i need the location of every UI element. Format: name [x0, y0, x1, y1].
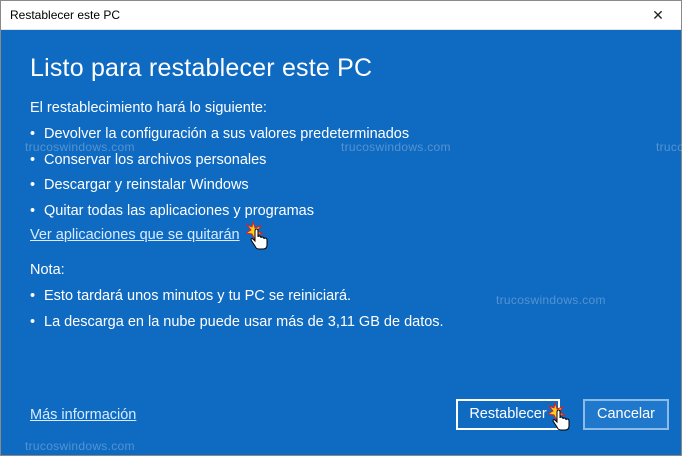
hand-pointer-click-icon — [246, 221, 268, 250]
dialog-heading: Listo para restablecer este PC — [30, 54, 373, 82]
notes-list: • Esto tardará unos minutos y tu PC se re… — [30, 287, 444, 338]
list-item: • Devolver la configuración a sus valores… — [30, 125, 409, 151]
bullet-icon: • — [30, 151, 36, 168]
list-item-text: Conservar los archivos personales — [44, 151, 267, 168]
list-item-text: Quitar todas las aplicaciones y programa… — [44, 202, 314, 219]
list-item: • La descarga en la nube puede usar más d… — [30, 313, 444, 339]
bullet-icon: • — [30, 177, 36, 193]
list-item: • Descargar y reinstalar Windows — [30, 176, 409, 202]
bullet-icon: • — [30, 126, 36, 142]
list-item: • Conservar los archivos personales — [30, 151, 409, 177]
watermark-text: trucoswindows.com — [656, 140, 682, 154]
list-item-text: Devolver la configuración a sus valores … — [44, 126, 410, 142]
window-title: Restablecer este PC — [10, 8, 121, 22]
note-label: Nota: — [30, 262, 65, 278]
list-item-text: Descargar y reinstalar Windows — [44, 177, 249, 193]
watermark-text: trucoswindows.com — [25, 439, 135, 453]
title-bar: Restablecer este PC ✕ — [1, 1, 681, 30]
hand-pointer-click-icon — [548, 402, 570, 431]
watermark-text: trucoswindows.com — [496, 293, 606, 307]
more-info-link[interactable]: Más información — [30, 407, 136, 423]
reset-pc-dialog: Restablecer este PC ✕ trucoswindows.com … — [0, 0, 682, 456]
list-item: • Esto tardará unos minutos y tu PC se re… — [30, 287, 444, 313]
list-item-text: La descarga en la nube puede usar más de… — [44, 313, 444, 330]
actions-list: • Devolver la configuración a sus valores… — [30, 125, 409, 227]
cancel-button[interactable]: Cancelar — [583, 399, 669, 430]
bullet-icon: • — [30, 313, 36, 330]
close-icon[interactable]: ✕ — [635, 1, 681, 29]
dialog-content: trucoswindows.com trucoswindows.com truc… — [1, 30, 682, 455]
reset-button[interactable]: Restablecer — [456, 399, 560, 430]
list-item: • Quitar todas las aplicaciones y program… — [30, 202, 409, 228]
bullet-icon: • — [30, 288, 36, 304]
intro-text: El restablecimiento hará lo siguiente: — [30, 100, 267, 116]
list-item-text: Esto tardará unos minutos y tu PC se rei… — [44, 288, 352, 304]
view-apps-link[interactable]: Ver aplicaciones que se quitarán — [30, 227, 240, 243]
bullet-icon: • — [30, 202, 36, 219]
